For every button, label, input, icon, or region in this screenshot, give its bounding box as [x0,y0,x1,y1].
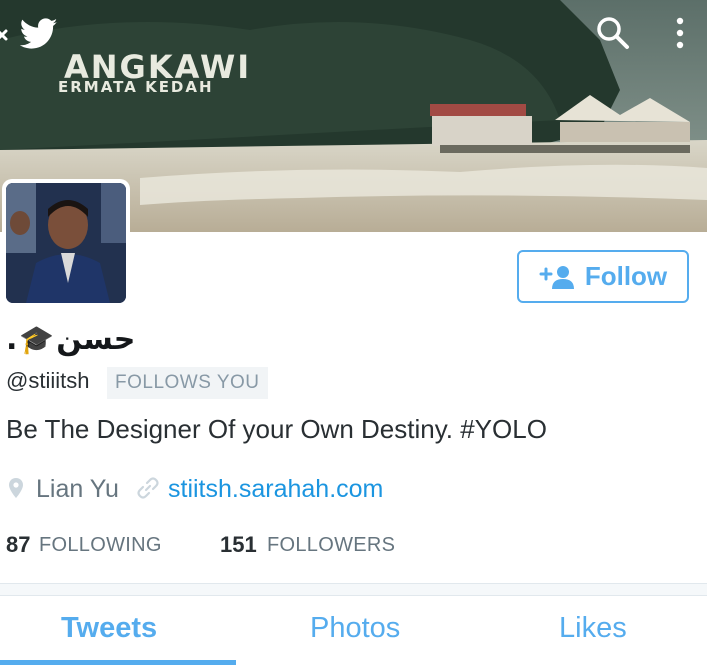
profile-location: Lian Yu [36,475,119,503]
twitter-bird-icon[interactable] [20,18,58,50]
tab-photos[interactable]: Photos [310,612,400,645]
tab-likes[interactable]: Likes [559,612,627,645]
followers-label[interactable]: FOLLOWERS [267,534,395,557]
profile-name: . 🎓 حسن [6,322,135,357]
graduation-cap-icon: 🎓 [19,323,55,356]
location-pin-icon [9,478,23,498]
add-user-icon [539,265,574,289]
profile-website-link[interactable]: stiitsh.sarahah.com [168,475,383,504]
following-count[interactable]: 87 [6,532,30,558]
name-text: حسن [56,322,136,357]
profile-avatar[interactable] [2,179,130,307]
follows-you-badge: FOLLOWS YOU [107,367,268,399]
section-divider [0,583,707,596]
follow-button-label: Follow [584,261,668,291]
follow-button[interactable]: Follow [517,250,689,303]
following-label[interactable]: FOLLOWING [39,534,162,557]
avatar-photo [6,183,126,303]
close-icon[interactable] [0,24,10,46]
search-icon[interactable] [596,16,630,50]
profile-bio: Be The Designer Of your Own Destiny. #YO… [6,414,547,444]
name-suffix: . [6,322,18,357]
banner-sign-subtext: ERMATA KEDAH [58,78,214,96]
link-icon [137,477,159,499]
tab-tweets[interactable]: Tweets [61,612,157,645]
profile-handle: @stiiitsh [6,368,90,393]
more-vert-icon[interactable] [668,16,692,52]
followers-count[interactable]: 151 [220,532,257,558]
active-tab-indicator [0,660,236,665]
